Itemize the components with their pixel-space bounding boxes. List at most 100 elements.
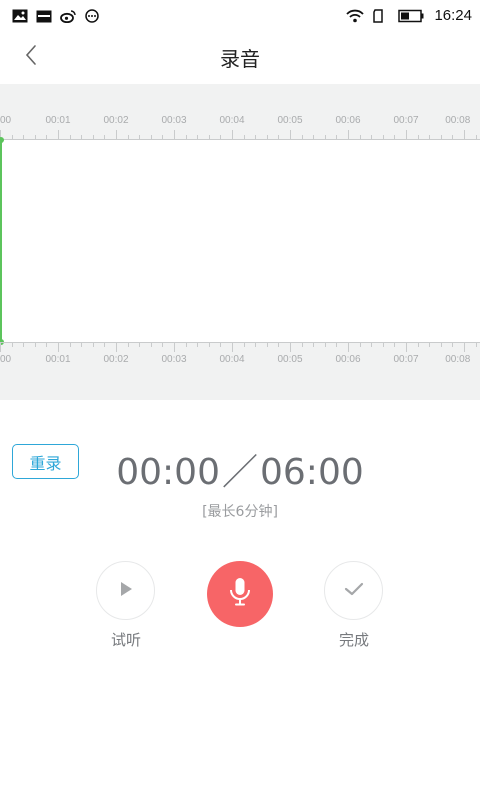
- timer-max: 06:00: [260, 452, 364, 493]
- timeline-tick: [382, 135, 384, 139]
- timeline-tick-label: 00:05: [277, 115, 303, 126]
- timeline-tick: [440, 135, 442, 139]
- timeline-tick-label: 00:03: [161, 354, 187, 365]
- timeline-tick-label: 00: [0, 354, 12, 365]
- waveform-canvas[interactable]: [0, 140, 480, 342]
- timeline-tick: [417, 343, 419, 347]
- timeline-tick: [139, 135, 141, 139]
- timeline-tick: [359, 343, 361, 347]
- timeline-tick: [255, 343, 257, 347]
- timeline-tick: [23, 135, 25, 139]
- playhead[interactable]: [0, 137, 4, 345]
- timeline-tick: [92, 343, 94, 347]
- timeline-tick: [208, 343, 210, 347]
- record-button[interactable]: [207, 561, 273, 627]
- sim-icon: [372, 8, 388, 23]
- timeline-tick: [11, 343, 13, 347]
- battery-icon: [398, 8, 424, 23]
- timeline-tick: [336, 343, 338, 347]
- microphone-icon: [229, 577, 251, 611]
- timeline-tick: [127, 135, 129, 139]
- timeline-tick-label: 00:04: [219, 354, 245, 365]
- timeline-tick-label: 00:08: [445, 354, 471, 365]
- timeline-tick: [208, 135, 210, 139]
- timeline-tick: [406, 343, 407, 352]
- timeline-tick: [116, 130, 117, 139]
- status-time: 16:24: [434, 6, 472, 24]
- timeline-tick: [81, 135, 83, 139]
- timer-current: 00:00: [116, 452, 220, 493]
- timeline-tick: [232, 343, 233, 352]
- timeline-tick: [266, 135, 268, 139]
- timeline-tick: [34, 135, 36, 139]
- timeline-tick: [139, 343, 141, 347]
- timeline-tick: [197, 343, 199, 347]
- timeline-tick: [301, 135, 303, 139]
- status-bar: 16:24: [0, 0, 480, 30]
- timeline-tick-label: 00:06: [335, 115, 361, 126]
- timeline-tick: [313, 343, 315, 347]
- status-icons-left: [12, 8, 100, 24]
- timeline-tick: [243, 343, 245, 347]
- timeline-tick: [266, 343, 268, 347]
- back-button[interactable]: [14, 40, 48, 74]
- waveform-area[interactable]: 00 00:01 00:02 00:03 00:04 00:05 00:06 00:07 00:…: [0, 84, 480, 400]
- chevron-left-icon: [23, 43, 39, 71]
- timeline-tick-label: 00:02: [103, 354, 129, 365]
- timeline-tick: [324, 135, 326, 139]
- timeline-tick: [429, 343, 431, 347]
- timeline-tick: [185, 135, 187, 139]
- timeline-tick: [58, 343, 59, 352]
- timeline-tick: [255, 135, 257, 139]
- timeline-tick: [394, 343, 396, 347]
- play-icon: [118, 580, 134, 602]
- record-timer: 00:00／06:00: [0, 443, 480, 495]
- timeline-tick: [406, 130, 407, 139]
- timeline-tick-label: 00:03: [161, 115, 187, 126]
- wifi-icon: [346, 8, 365, 23]
- timeline-tick: [104, 135, 106, 139]
- timeline-tick-label: 00: [0, 115, 12, 126]
- timeline-tick: [185, 343, 187, 347]
- timeline-tick-label: 00:08: [445, 115, 471, 126]
- timeline-tick: [475, 343, 477, 347]
- timeline-tick: [81, 343, 83, 347]
- timeline-tick: [197, 135, 199, 139]
- timeline-tick: [278, 343, 280, 347]
- more-dots-icon: [84, 8, 100, 23]
- timeline-tick: [92, 135, 94, 139]
- timeline-tick-label: 00:07: [393, 354, 419, 365]
- timeline-tick: [69, 343, 71, 347]
- timeline-tick: [0, 343, 1, 352]
- timeline-ruler-top: 00 00:01 00:02 00:03 00:04 00:05 00:06 00:07 00:…: [0, 84, 480, 140]
- timeline-tick: [348, 130, 349, 139]
- timeline-tick: [162, 135, 164, 139]
- timeline-tick: [452, 135, 454, 139]
- play-label: 试听: [110, 631, 142, 649]
- status-icons-right: 16:24: [346, 7, 472, 24]
- timeline-tick: [116, 343, 117, 352]
- timeline-tick: [11, 135, 13, 139]
- image-icon: [12, 8, 28, 23]
- play-button[interactable]: [96, 561, 155, 620]
- done-button[interactable]: [324, 561, 383, 620]
- timeline-tick: [174, 343, 175, 352]
- timeline-tick: [150, 135, 152, 139]
- done-label: 完成: [338, 631, 370, 649]
- timeline-tick-label: 00:02: [103, 115, 129, 126]
- timeline-tick: [324, 343, 326, 347]
- timeline-tick-label: 00:01: [45, 115, 71, 126]
- timer-separator: ／: [221, 452, 258, 493]
- timeline-tick: [278, 135, 280, 139]
- header: 录音: [0, 30, 480, 84]
- timeline-ruler-bottom: 00 00:01 00:02 00:03 00:04 00:05 00:06 00:07 00:…: [0, 342, 480, 400]
- timeline-tick: [232, 130, 233, 139]
- timeline-tick: [464, 343, 465, 352]
- timeline-tick: [46, 343, 48, 347]
- timeline-tick: [313, 135, 315, 139]
- timeline-tick: [23, 343, 25, 347]
- timeline-tick: [290, 343, 291, 352]
- page-title: 录音: [220, 46, 260, 71]
- timeline-tick-label: 00:07: [393, 115, 419, 126]
- timeline-tick: [359, 135, 361, 139]
